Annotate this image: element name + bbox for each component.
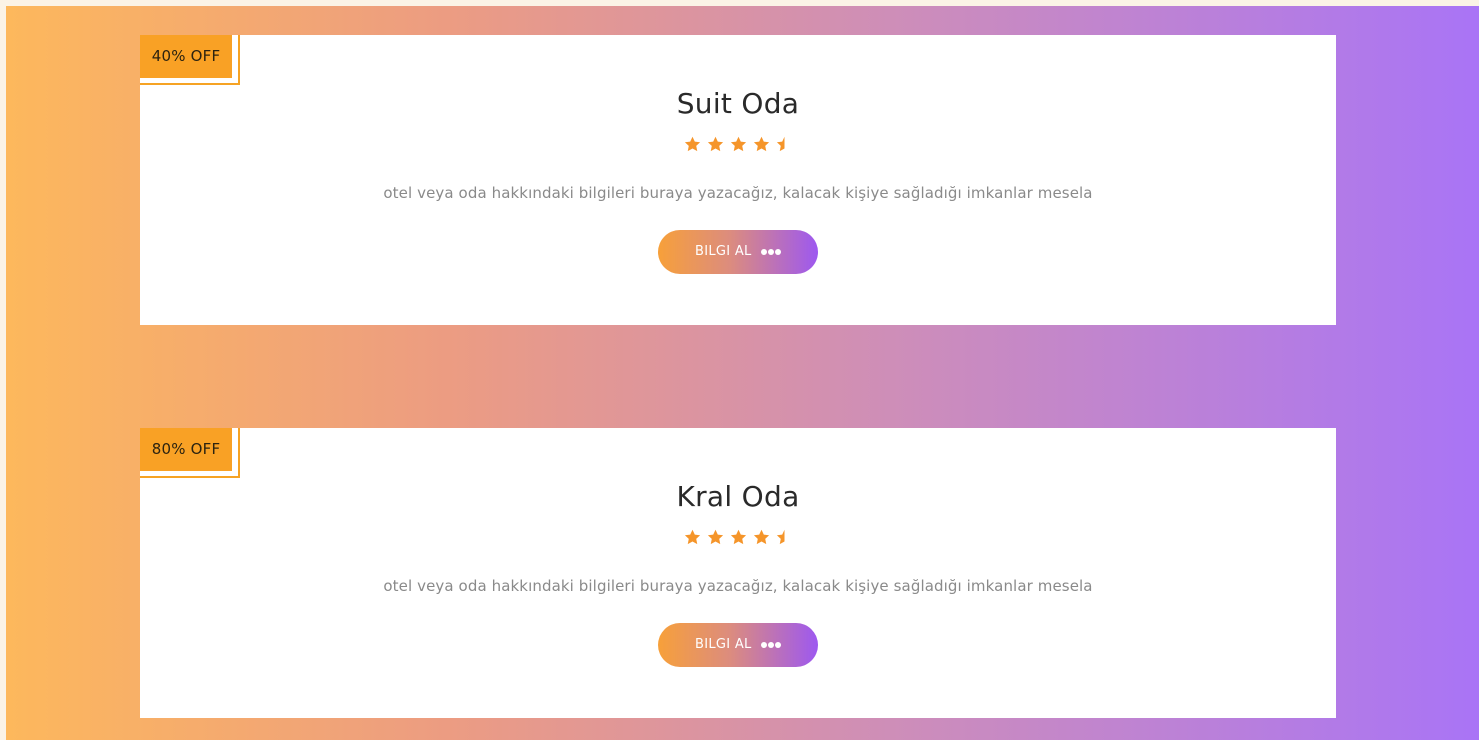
discount-ribbon: 40% OFF xyxy=(140,35,240,85)
discount-badge: 40% OFF xyxy=(140,35,232,78)
info-button[interactable]: BILGI AL xyxy=(658,230,818,274)
star-full-icon xyxy=(706,135,725,154)
star-full-icon xyxy=(729,135,748,154)
room-description: otel veya oda hakkındaki bilgileri buray… xyxy=(383,184,1093,202)
star-full-icon xyxy=(706,528,725,547)
more-dots-icon xyxy=(760,248,781,256)
info-button-label: BILGI AL xyxy=(694,244,752,259)
star-rating xyxy=(140,133,1336,155)
star-full-icon xyxy=(683,135,702,154)
room-description: otel veya oda hakkındaki bilgileri buray… xyxy=(383,577,1093,595)
room-card: 80% OFF Kral Oda otel veya oda hakkındak… xyxy=(140,428,1336,718)
room-title: Kral Oda xyxy=(676,480,800,513)
star-half-icon xyxy=(775,528,794,547)
star-full-icon xyxy=(752,135,771,154)
discount-ribbon: 80% OFF xyxy=(140,428,240,478)
star-full-icon xyxy=(752,528,771,547)
star-full-icon xyxy=(683,528,702,547)
star-half-icon xyxy=(775,135,794,154)
info-button-label: BILGI AL xyxy=(694,637,752,652)
more-dots-icon xyxy=(760,641,781,649)
room-card: 40% OFF Suit Oda otel veya oda hakkındak… xyxy=(140,35,1336,325)
info-button[interactable]: BILGI AL xyxy=(658,623,818,667)
room-title: Suit Oda xyxy=(676,87,800,120)
star-rating xyxy=(140,526,1336,548)
page-background: 40% OFF Suit Oda otel veya oda hakkındak… xyxy=(6,6,1479,740)
star-full-icon xyxy=(729,528,748,547)
discount-badge: 80% OFF xyxy=(140,428,232,471)
